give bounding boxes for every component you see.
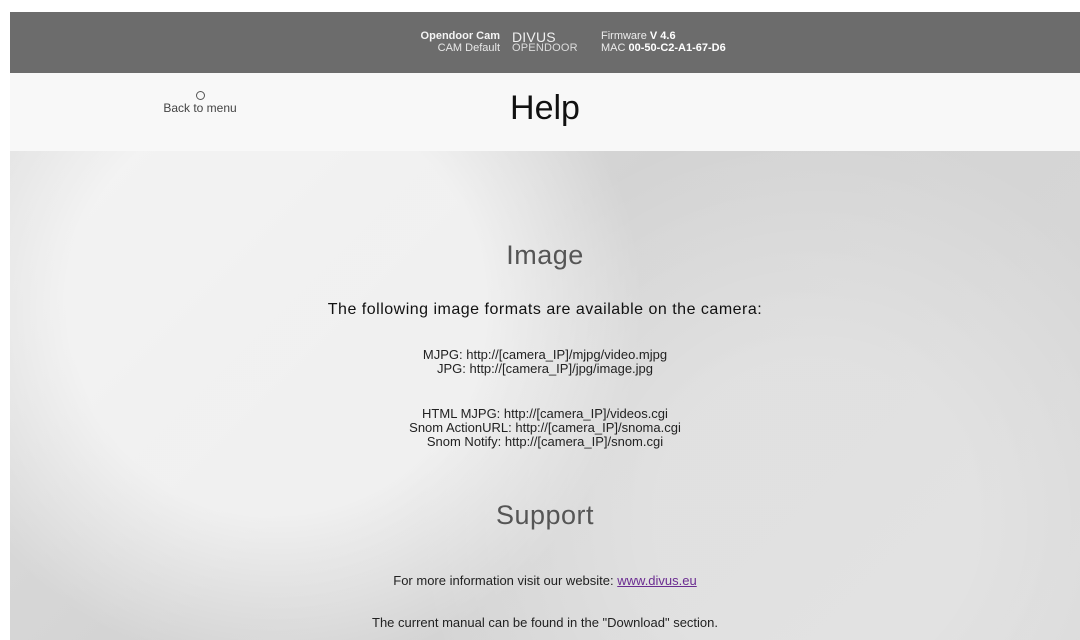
help-page: Opendoor Cam CAM Default DIVUS OPENDOOR … <box>0 0 1080 640</box>
divus-opendoor-logo: DIVUS OPENDOOR <box>512 30 578 56</box>
image-format-list-primary: MJPG: http://[camera_IP]/mjpg/video.mjpg… <box>10 348 1080 376</box>
camera-header: Opendoor Cam CAM Default DIVUS OPENDOOR … <box>10 12 1080 73</box>
mac-address: 00-50-C2-A1-67-D6 <box>628 42 726 54</box>
support-website-text: For more information visit our website: <box>393 573 614 588</box>
camera-name: Opendoor Cam <box>420 30 500 42</box>
html-mjpg-format-url: HTML MJPG: http://[camera_IP]/videos.cgi <box>422 406 668 421</box>
camera-profile: CAM Default <box>437 42 500 54</box>
jpg-format-url: JPG: http://[camera_IP]/jpg/image.jpg <box>436 361 654 376</box>
image-formats-intro: The following image formats are availabl… <box>327 301 763 318</box>
firmware-label: Firmware <box>601 30 647 42</box>
title-bar: Back to menu Help <box>10 73 1080 151</box>
image-format-list-secondary: HTML MJPG: http://[camera_IP]/videos.cgi… <box>10 407 1080 449</box>
help-content: Image The following image formats are av… <box>10 151 1080 640</box>
device-info: Firmware V 4.6 MAC 00-50-C2-A1-67-D6 <box>601 30 726 54</box>
mjpg-format-url: MJPG: http://[camera_IP]/mjpg/video.mjpg <box>422 347 668 362</box>
firmware-row: Firmware V 4.6 <box>601 30 726 42</box>
snom-actionurl-format-url: Snom ActionURL: http://[camera_IP]/snoma… <box>409 420 681 435</box>
divus-website-link[interactable]: www.divus.eu <box>617 573 696 588</box>
logo-opendoor-text: OPENDOOR <box>512 42 578 54</box>
camera-info: Opendoor Cam CAM Default <box>421 30 500 54</box>
page-title: Help <box>510 89 580 127</box>
firmware-version: V 4.6 <box>649 30 676 42</box>
manual-download-info: The current manual can be found in the "… <box>372 615 718 630</box>
mac-label: MAC <box>601 42 626 54</box>
support-section-heading: Support <box>495 500 595 530</box>
left-margin <box>0 0 10 640</box>
support-website-line: For more information visit our website: … <box>10 573 1080 589</box>
mac-row: MAC 00-50-C2-A1-67-D6 <box>601 42 726 54</box>
snom-notify-format-url: Snom Notify: http://[camera_IP]/snom.cgi <box>426 434 664 449</box>
image-section-heading: Image <box>506 240 584 270</box>
